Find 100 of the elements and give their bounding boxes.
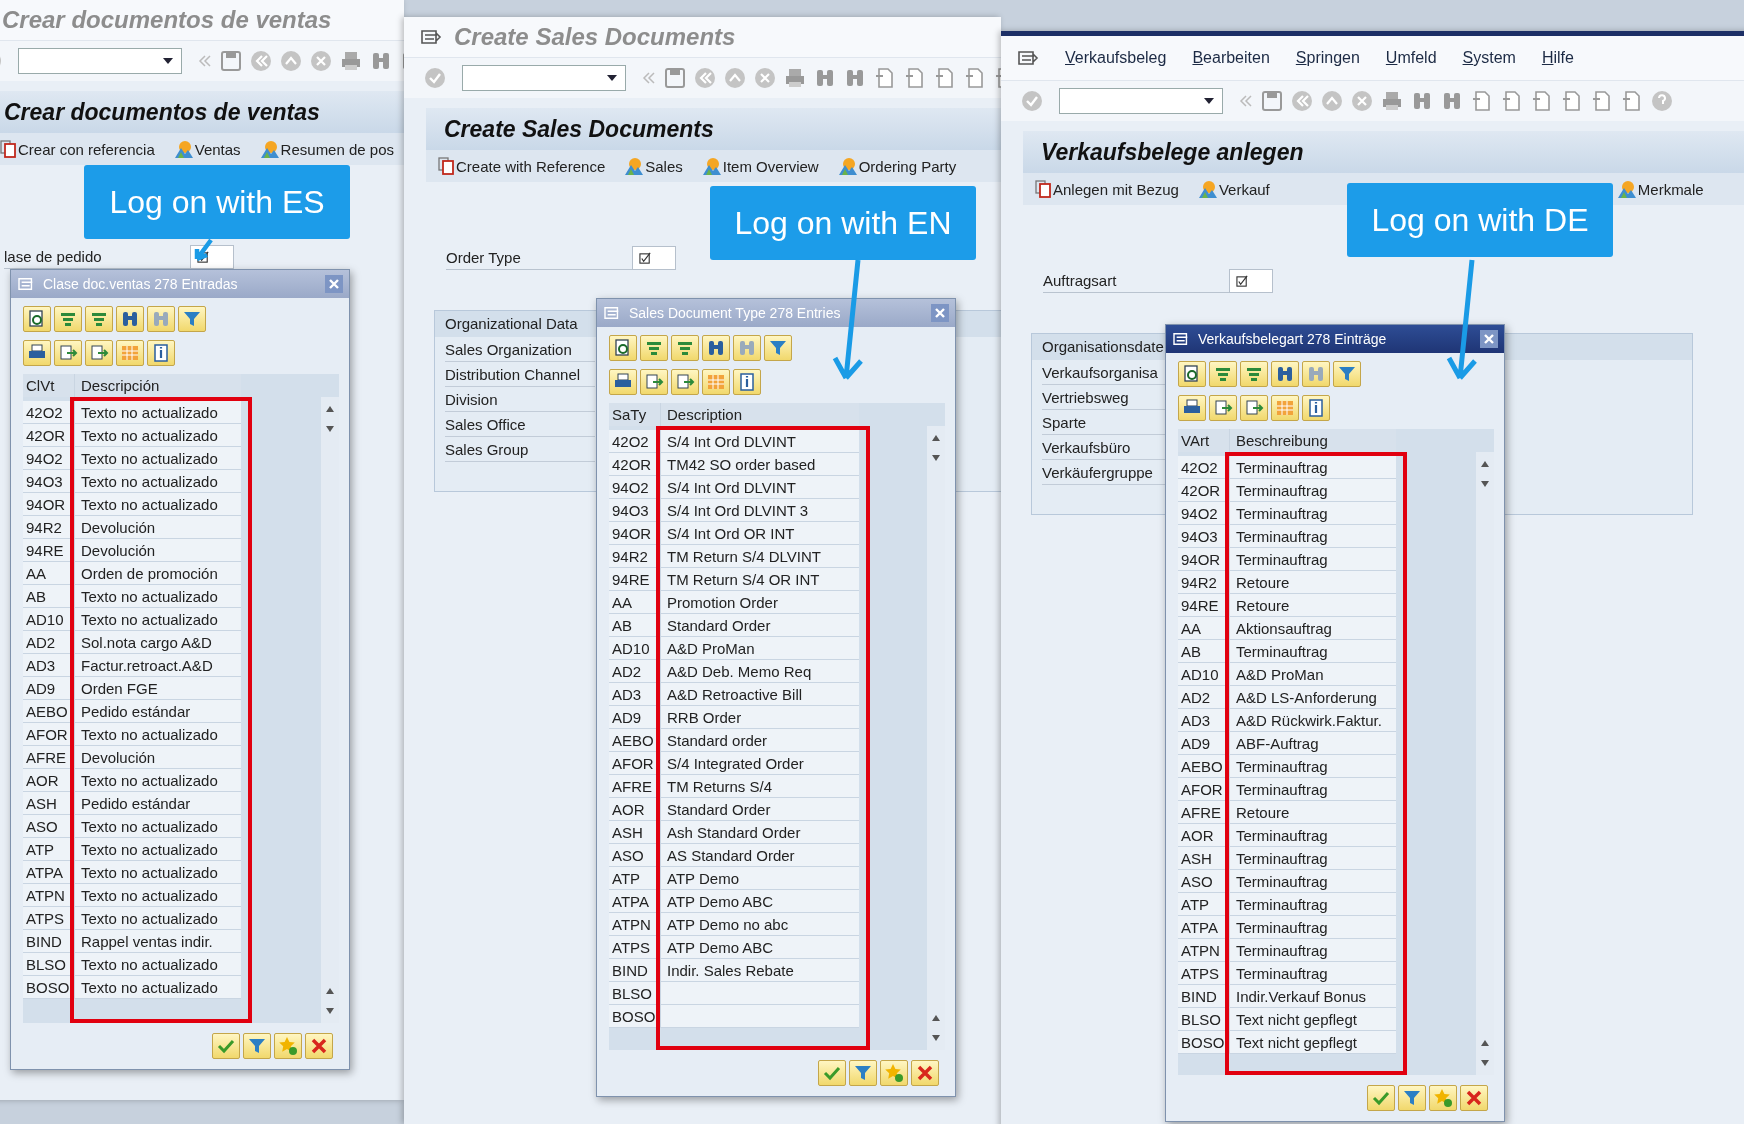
table-cell[interactable]: Texto no actualizado	[74, 884, 241, 906]
table-cell[interactable]: AA	[609, 593, 656, 611]
table-cell[interactable]: Standard Order	[660, 614, 859, 636]
table-cell[interactable]: TM Return S/4 OR INT	[660, 568, 859, 590]
table-cell[interactable]: ATPS	[609, 938, 656, 956]
table-cell[interactable]: 94RE	[1178, 596, 1225, 614]
table-cell[interactable]: AD2	[1178, 688, 1225, 706]
toolbar-link[interactable]: Crear con referencia	[18, 140, 155, 158]
table-cell[interactable]: ATPS	[1178, 964, 1225, 982]
table-cell[interactable]: 94O2	[609, 478, 656, 496]
table-cell[interactable]: AOR	[23, 771, 70, 789]
column-header[interactable]: ClVt	[23, 377, 70, 394]
table-cell[interactable]: AFOR	[1178, 780, 1225, 798]
column-header[interactable]: SaTy	[609, 406, 656, 423]
table-cell[interactable]: Devolución	[74, 516, 241, 538]
toolbar-link[interactable]: Anlegen mit Bezug	[1053, 180, 1179, 198]
table-cell[interactable]: Terminauftrag	[1229, 893, 1396, 915]
table-cell[interactable]: 42OR	[609, 455, 656, 473]
table-cell[interactable]: Terminauftrag	[1229, 847, 1396, 869]
table-cell[interactable]: Texto no actualizado	[74, 608, 241, 630]
table-cell[interactable]: AA	[23, 564, 70, 582]
table-cell[interactable]: AD3	[23, 656, 70, 674]
table-cell[interactable]: A&D LS-Anforderung	[1229, 686, 1396, 708]
table-cell[interactable]: ASO	[23, 817, 70, 835]
table-cell[interactable]: 94R2	[1178, 573, 1225, 591]
toolbar-link[interactable]: Create with Reference	[456, 157, 606, 175]
table-cell[interactable]: AD3	[609, 685, 656, 703]
toolbar-link[interactable]: Item Overview	[722, 157, 819, 175]
table-cell[interactable]: Texto no actualizado	[74, 953, 241, 975]
table-cell[interactable]: ATP Demo no abc	[660, 913, 859, 935]
table-cell[interactable]: Rappel ventas indir.	[74, 930, 241, 952]
table-cell[interactable]: AFOR	[609, 754, 656, 772]
table-cell[interactable]: S/4 Integrated Order	[660, 752, 859, 774]
table-cell[interactable]: AFOR	[23, 725, 70, 743]
table-cell[interactable]: BOSO	[1178, 1033, 1225, 1051]
table-cell[interactable]: BIND	[1178, 987, 1225, 1005]
table-cell[interactable]: Orden de promoción	[74, 562, 241, 584]
table-cell[interactable]: S/4 Int Ord DLVINT	[660, 430, 859, 452]
table-cell[interactable]: BLSO	[609, 984, 656, 1002]
table-cell[interactable]: AD10	[609, 639, 656, 657]
table-cell[interactable]: AFRE	[609, 777, 656, 795]
table-cell[interactable]: Promotion Order	[660, 591, 859, 613]
table-cell[interactable]: Texto no actualizado	[74, 585, 241, 607]
table-cell[interactable]: 94O2	[23, 449, 70, 467]
table-cell[interactable]: AD10	[23, 610, 70, 628]
table-cell[interactable]: ATP	[23, 840, 70, 858]
table-cell[interactable]: Terminauftrag	[1229, 502, 1396, 524]
table-cell[interactable]: AS Standard Order	[660, 844, 859, 866]
table-cell[interactable]: Terminauftrag	[1229, 778, 1396, 800]
table-cell[interactable]: A&D ProMan	[660, 637, 859, 659]
table-cell[interactable]: Aktionsauftrag	[1229, 617, 1396, 639]
table-cell[interactable]: Texto no actualizado	[74, 493, 241, 515]
table-cell[interactable]: Text nicht gepflegt	[1229, 1031, 1396, 1053]
table-cell[interactable]: Terminauftrag	[1229, 548, 1396, 570]
table-cell[interactable]: Texto no actualizado	[74, 424, 241, 446]
table-cell[interactable]: AD9	[23, 679, 70, 697]
table-cell[interactable]: TM Return S/4 DLVINT	[660, 545, 859, 567]
table-cell[interactable]: 94RE	[23, 541, 70, 559]
table-cell[interactable]: RRB Order	[660, 706, 859, 728]
table-cell[interactable]: 94R2	[23, 518, 70, 536]
table-cell[interactable]: Terminauftrag	[1229, 456, 1396, 478]
table-cell[interactable]: BIND	[609, 961, 656, 979]
table-cell[interactable]: ATP Demo ABC	[660, 936, 859, 958]
table-cell[interactable]: Devolución	[74, 539, 241, 561]
table-cell[interactable]: AFRE	[1178, 803, 1225, 821]
table-cell[interactable]: ATPA	[1178, 918, 1225, 936]
table-cell[interactable]: AD3	[1178, 711, 1225, 729]
menu-item[interactable]: Springen	[1295, 49, 1360, 67]
table-cell[interactable]: 42O2	[23, 403, 70, 421]
table-cell[interactable]: Retoure	[1229, 801, 1396, 823]
table-cell[interactable]: BOSO	[609, 1007, 656, 1025]
table-cell[interactable]: Standard order	[660, 729, 859, 751]
table-cell[interactable]: Texto no actualizado	[74, 723, 241, 745]
table-cell[interactable]: 94O3	[609, 501, 656, 519]
toolbar-link[interactable]: Sales	[645, 157, 683, 175]
table-cell[interactable]: 94OR	[1178, 550, 1225, 568]
table-cell[interactable]: ASH	[1178, 849, 1225, 867]
table-cell[interactable]: ATPN	[1178, 941, 1225, 959]
table-cell[interactable]: Indir.Verkauf Bonus	[1229, 985, 1396, 1007]
table-cell[interactable]: ATPA	[609, 892, 656, 910]
table-cell[interactable]: Retoure	[1229, 594, 1396, 616]
table-cell[interactable]: AD2	[609, 662, 656, 680]
table-cell[interactable]: Terminauftrag	[1229, 755, 1396, 777]
table-cell[interactable]: BLSO	[1178, 1010, 1225, 1028]
table-cell[interactable]: ATP	[1178, 895, 1225, 913]
toolbar-link[interactable]: Resumen de pos	[280, 140, 394, 158]
table-cell[interactable]: ASO	[1178, 872, 1225, 890]
table-cell[interactable]: AEBO	[1178, 757, 1225, 775]
table-cell[interactable]: Texto no actualizado	[74, 838, 241, 860]
table-cell[interactable]: BIND	[23, 932, 70, 950]
table-cell[interactable]: ATP	[609, 869, 656, 887]
table-cell[interactable]: AD9	[609, 708, 656, 726]
column-header[interactable]: Beschreibung	[1229, 429, 1396, 452]
table-cell[interactable]: AD9	[1178, 734, 1225, 752]
menu-item[interactable]: Umfeld	[1385, 49, 1437, 67]
table-cell[interactable]: Terminauftrag	[1229, 870, 1396, 892]
table-cell[interactable]: Texto no actualizado	[74, 976, 241, 998]
menu-item[interactable]: Hilfe	[1541, 49, 1574, 67]
table-cell[interactable]: Texto no actualizado	[74, 447, 241, 469]
table-cell[interactable]: ATPN	[23, 886, 70, 904]
